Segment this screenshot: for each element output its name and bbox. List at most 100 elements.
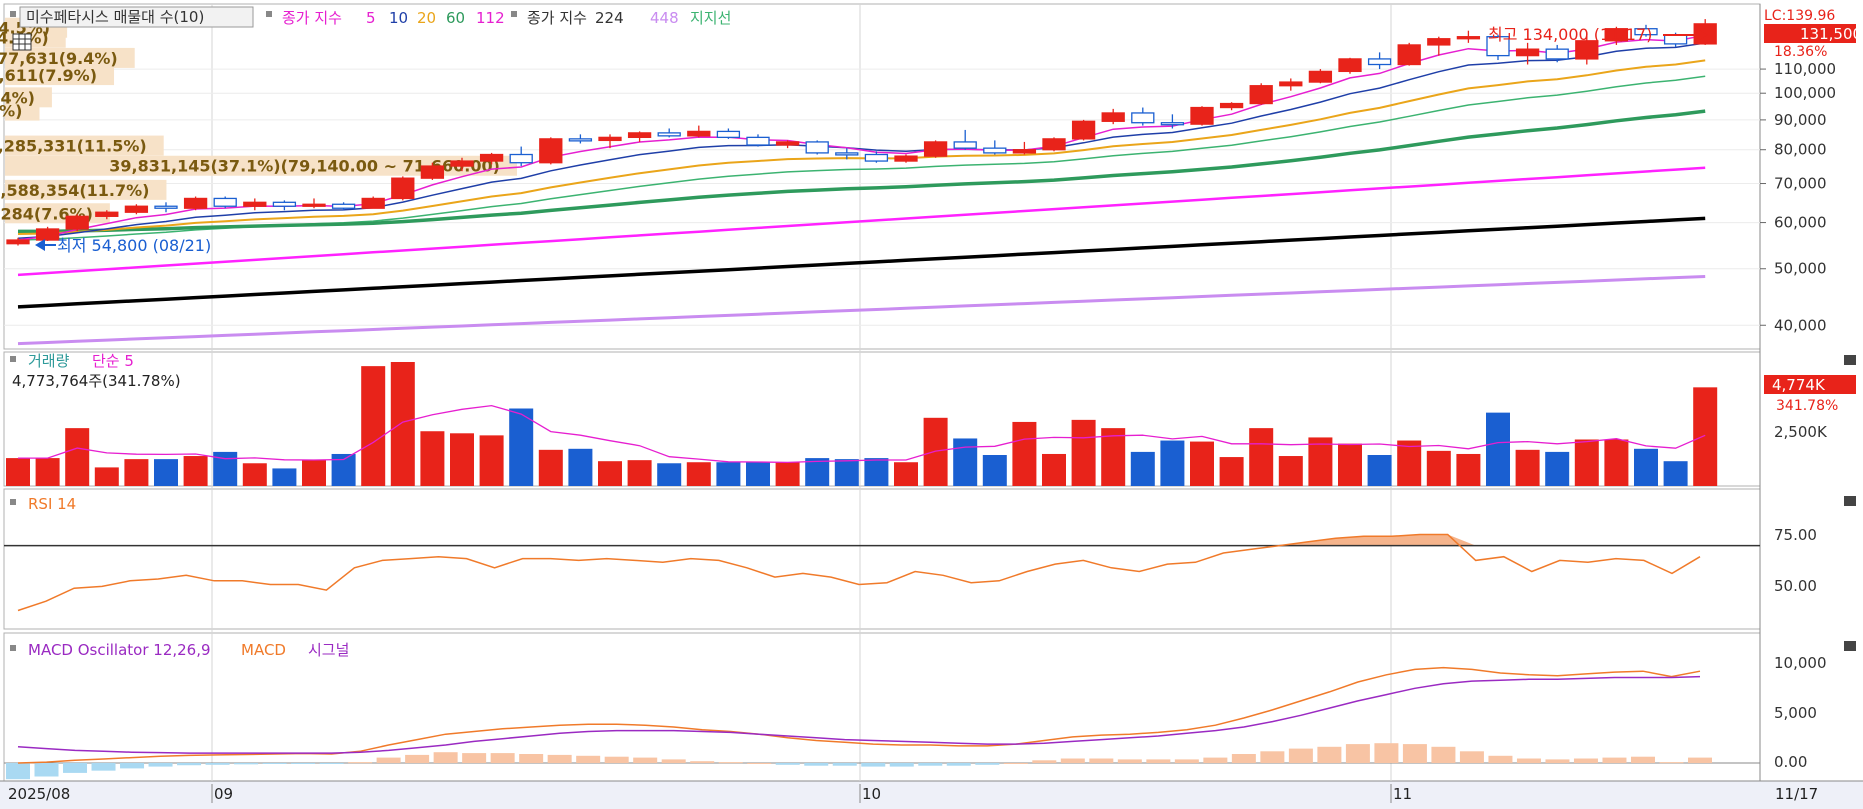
- volume-info: 4,773,764주(341.78%): [12, 372, 181, 390]
- volume-ma-title: 단순 5: [92, 352, 134, 370]
- profile-label: 12,588,354(11.7%): [0, 181, 149, 200]
- candle-body: [1101, 112, 1125, 122]
- macd-title: MACD: [241, 641, 286, 659]
- price-tick-label: 40,000: [1774, 316, 1827, 334]
- macd-oscillator-bar: [120, 763, 145, 769]
- close-icon[interactable]: [1844, 641, 1856, 651]
- volume-bar: [1042, 453, 1066, 486]
- volume-bar: [35, 458, 60, 486]
- macd-oscillator-bar: [690, 761, 715, 763]
- candle-body: [983, 147, 1007, 154]
- ma112-label: 112: [476, 9, 505, 27]
- ma60-label: 60: [446, 9, 465, 27]
- volume-bar: [982, 455, 1007, 486]
- macd-oscillator-bar: [1602, 757, 1627, 763]
- gridlines: [4, 4, 1760, 781]
- volume-bar: [1604, 439, 1629, 486]
- candle-body: [1367, 58, 1392, 66]
- candle-body: [1190, 106, 1214, 125]
- macd-oscillator-bar: [1089, 758, 1114, 763]
- macd-oscillator-bar: [376, 757, 401, 763]
- volume-bar: [1278, 456, 1303, 486]
- macd-oscillator-bar: [348, 762, 373, 764]
- candle-body: [775, 141, 800, 146]
- volume-bar: [420, 431, 445, 486]
- price-legend: 미수페타시스 매물대 수(10) 종가 지수 5 10 20 60 112 종가…: [10, 6, 731, 51]
- macd-oscillator-bar: [1374, 743, 1399, 763]
- volume-bar: [1486, 412, 1510, 486]
- candle-body: [243, 201, 267, 207]
- macd-oscillator-bar: [1516, 758, 1541, 763]
- stock-chart[interactable]: 4,773,764(4.5%)4,760,420(4.4%)10,077,631…: [0, 0, 1863, 809]
- macd-oscillator-bar: [633, 757, 658, 763]
- close-icon[interactable]: [1844, 355, 1856, 365]
- macd-oscillator-bar: [433, 752, 458, 763]
- volume-bar: [1071, 419, 1096, 486]
- x-label-nov: 11: [1393, 785, 1412, 803]
- volume-bar: [686, 462, 711, 486]
- profile-label: 8,450,611(7.9%): [0, 66, 97, 85]
- candle-body: [331, 203, 356, 209]
- ma-group2-title: 종가 지수: [527, 9, 587, 27]
- ma5-line: [17, 34, 1706, 241]
- candle-body: [272, 201, 297, 207]
- candle-body: [1071, 120, 1096, 140]
- candlesticks: [6, 19, 1717, 246]
- volume-bar: [657, 463, 682, 486]
- candle-body: [1308, 70, 1333, 83]
- candle-body: [539, 138, 563, 164]
- macd-oscillator-bar: [205, 763, 230, 765]
- candle-body: [1160, 122, 1185, 126]
- ma448-label: 448: [650, 9, 679, 27]
- arrow-left-icon: [35, 239, 45, 251]
- volume-bar: [1219, 457, 1244, 486]
- macd-oscillator-bar: [63, 763, 88, 773]
- volume-profile: 4,773,764(4.5%)4,760,420(4.4%)10,077,631…: [0, 17, 517, 224]
- volume-bar: [864, 458, 889, 486]
- candle-body: [627, 132, 652, 139]
- volume-bar: [1190, 441, 1214, 486]
- volume-bar: [1456, 453, 1481, 486]
- volume-bar: [1130, 451, 1155, 486]
- macd-oscillator-bar: [1060, 758, 1085, 763]
- candle-body: [361, 197, 385, 209]
- ma5-label: 5: [366, 9, 376, 27]
- candle-body: [568, 138, 593, 142]
- price-tick-label: 110,000: [1774, 60, 1836, 78]
- volume-bar: [65, 428, 90, 486]
- volume-bar: [775, 462, 800, 486]
- volume-bar: [1249, 428, 1274, 486]
- candle-body: [1545, 48, 1569, 60]
- volume-bar: [1693, 387, 1718, 486]
- high-label: 최고 134,000 (11/17): [1488, 25, 1652, 44]
- macd-oscillator-bar: [519, 754, 544, 763]
- table-icon[interactable]: [12, 33, 32, 51]
- candle-body: [213, 197, 237, 207]
- macd-oscillator-bar: [234, 763, 259, 765]
- volume-bar: [509, 408, 534, 486]
- current-change: 18.36%: [1774, 44, 1827, 60]
- volume-title: 거래량: [28, 352, 70, 370]
- volume-bar: [1663, 461, 1688, 486]
- macd-oscillator-bar: [889, 763, 914, 767]
- price-tick-label: 60,000: [1774, 214, 1827, 232]
- volume-bar: [834, 459, 859, 486]
- close-icon[interactable]: [1844, 496, 1856, 506]
- macd-oscillator-bar: [661, 759, 686, 763]
- candle-body: [1427, 38, 1451, 46]
- macd-oscillator-bar: [1317, 746, 1342, 763]
- x-label-oct: 10: [862, 785, 881, 803]
- candle-body: [835, 152, 859, 156]
- x-label-sep: 09: [214, 785, 233, 803]
- signal-line: [17, 675, 1701, 754]
- candle-body: [420, 165, 445, 179]
- candle-body: [598, 136, 622, 142]
- moving-averages: [17, 34, 1706, 346]
- volume-tick-2500k: 2,500K: [1774, 423, 1828, 441]
- candle-body: [1219, 102, 1244, 109]
- macd-oscillator-bar: [1545, 759, 1570, 763]
- volume-bar: [242, 463, 267, 486]
- macd-oscillator-bar: [918, 763, 943, 766]
- ma-group1-title: 종가 지수: [282, 9, 342, 27]
- macd-tick-0: 0.00: [1774, 753, 1807, 771]
